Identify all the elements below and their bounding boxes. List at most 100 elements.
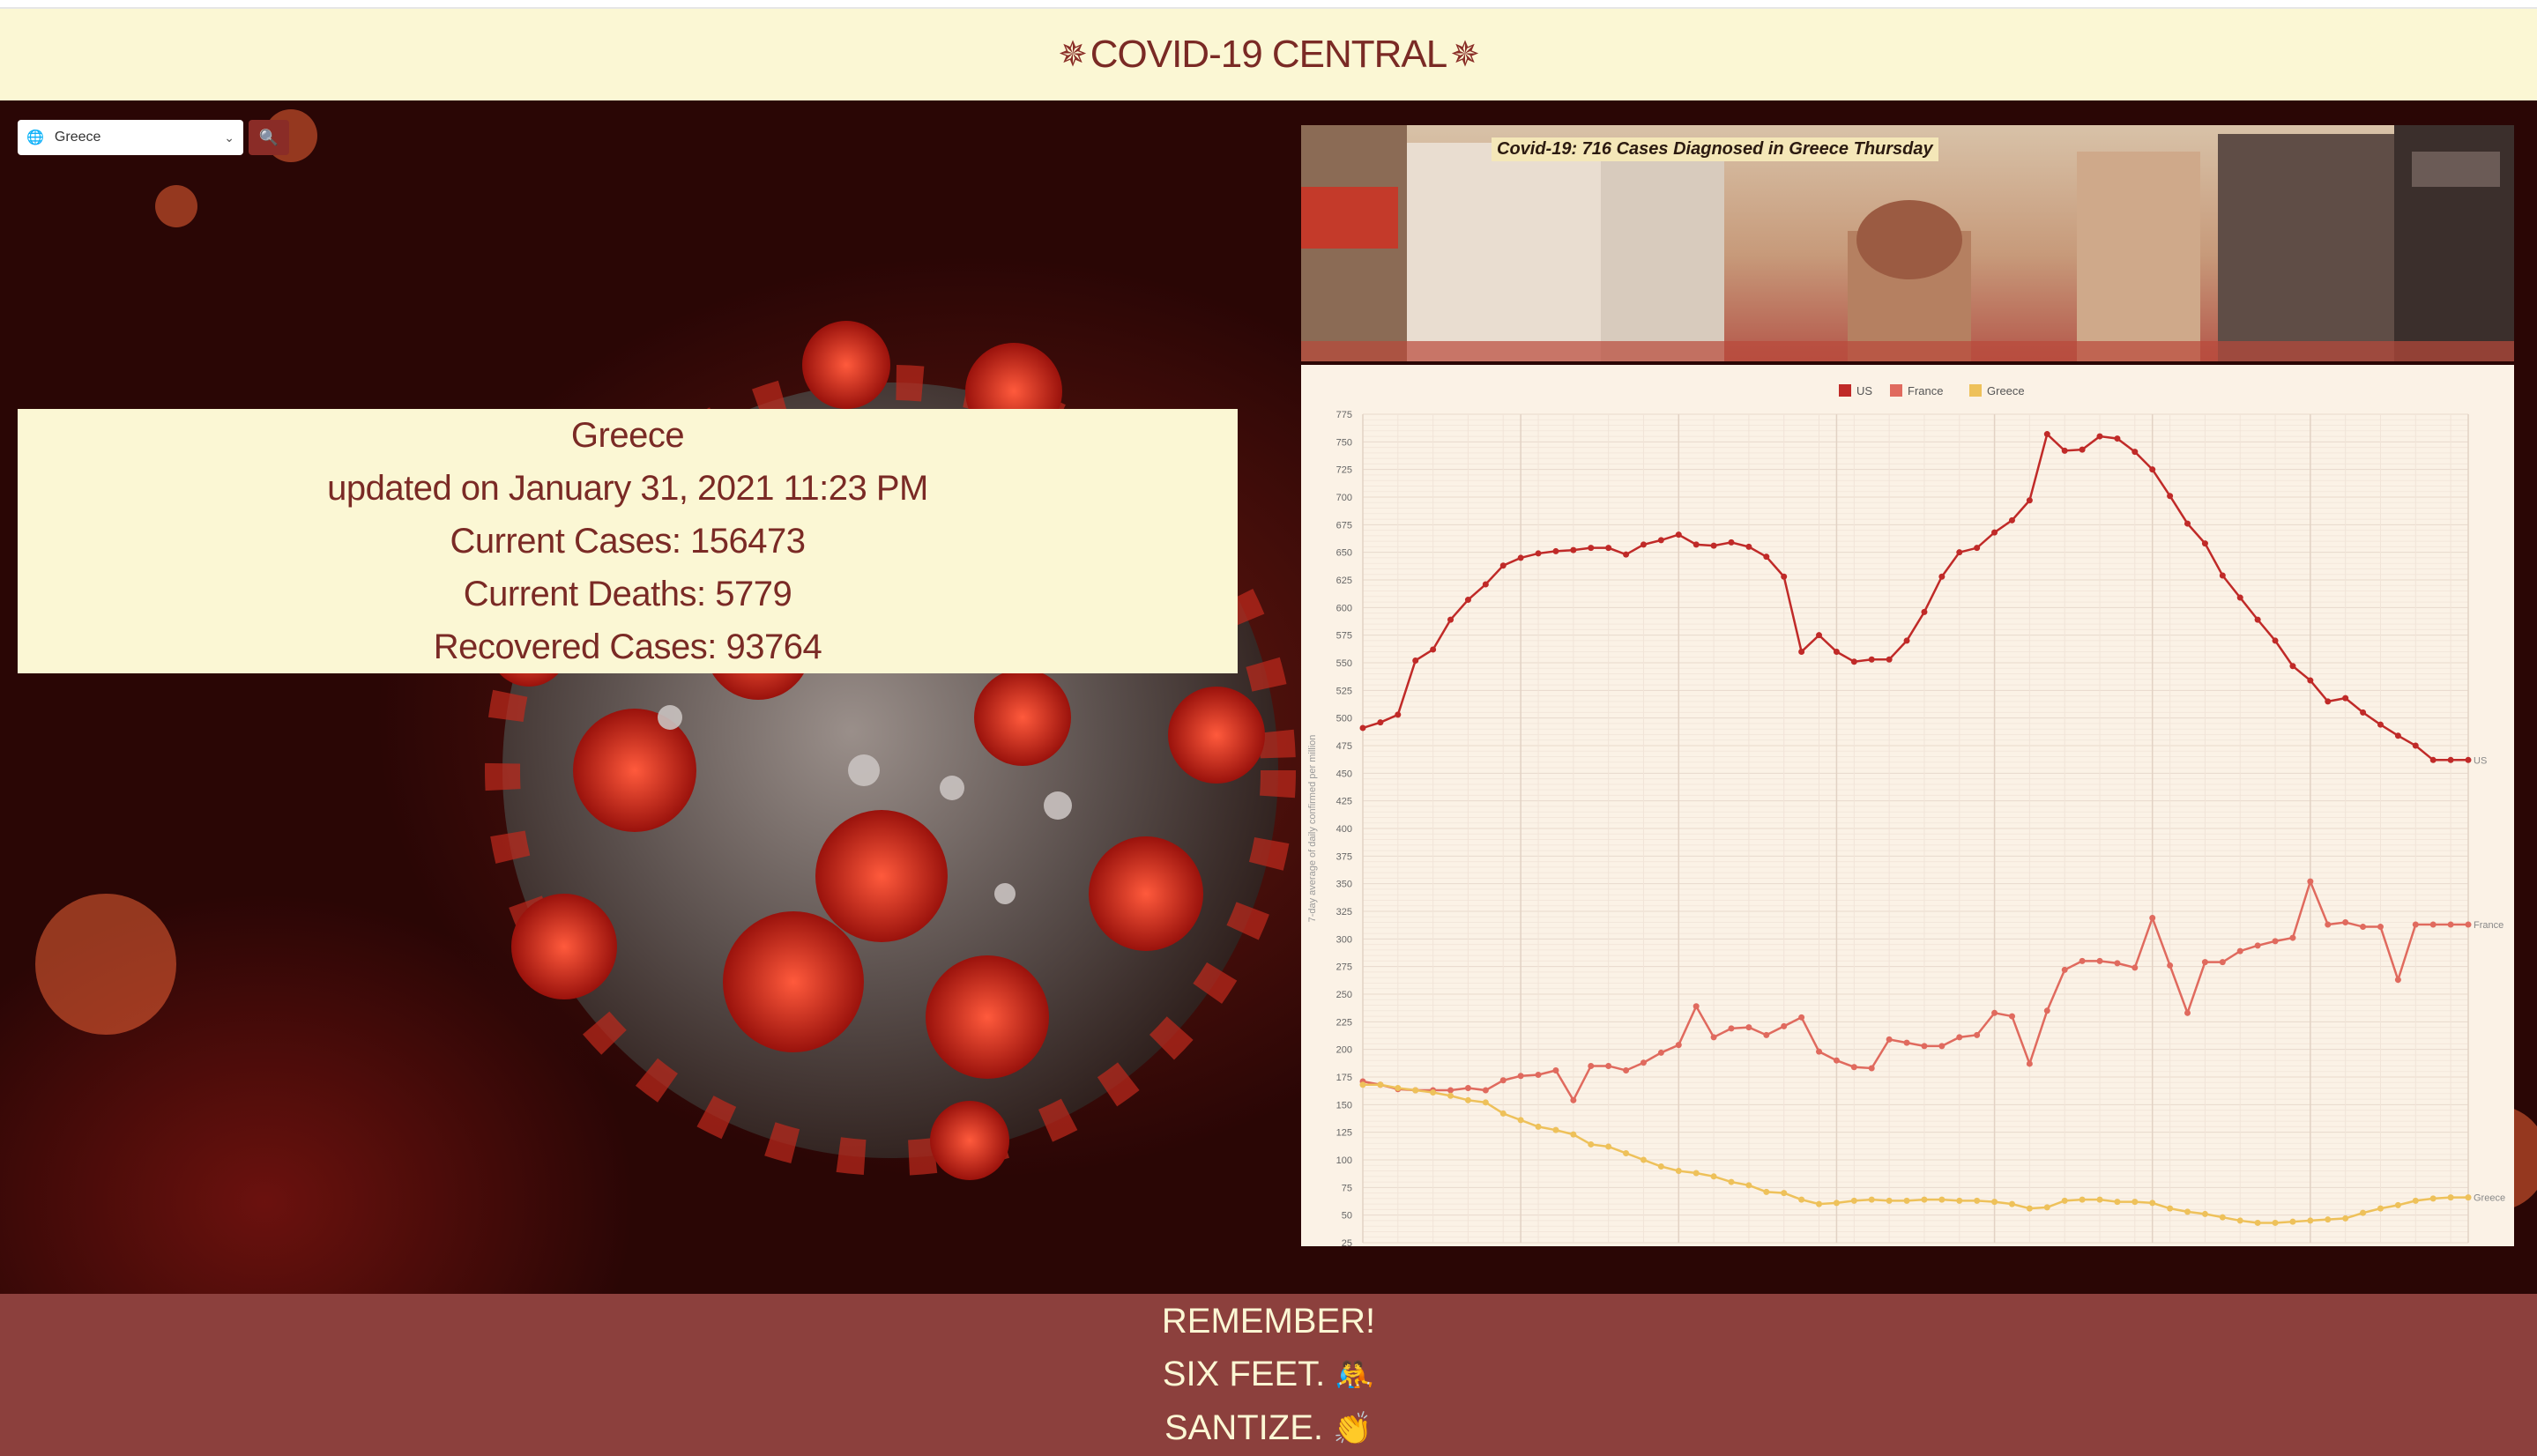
data-point-greece [1991, 1199, 1998, 1206]
data-point-france [1693, 1003, 1700, 1010]
y-tick-label: 650 [1336, 548, 1352, 559]
recovered-cases: Recovered Cases: 93764 [433, 628, 822, 666]
data-point-greece [1798, 1196, 1805, 1203]
y-tick-label: 250 [1336, 990, 1352, 1000]
data-point-greece [1781, 1190, 1788, 1197]
data-point-france [1850, 1064, 1857, 1071]
data-point-greece [2167, 1205, 2174, 1212]
data-point-greece [2360, 1209, 2367, 1216]
data-point-greece [1675, 1168, 1682, 1175]
data-point-france [2254, 942, 2261, 949]
data-point-greece [1377, 1081, 1384, 1088]
data-point-greece [1868, 1196, 1875, 1203]
data-point-france [2394, 977, 2401, 984]
y-tick-label: 200 [1336, 1045, 1352, 1056]
data-point-greece [2096, 1196, 2103, 1203]
data-point-us [1938, 573, 1946, 580]
data-point-us [1447, 616, 1454, 623]
series-end-label: Greece [2474, 1193, 2505, 1204]
data-point-greece [2219, 1214, 2226, 1221]
data-point-greece [2394, 1201, 2401, 1208]
data-point-france [1903, 1039, 1910, 1046]
data-point-us [1464, 597, 1471, 604]
data-point-us [1763, 553, 1770, 561]
data-point-us [1517, 554, 1524, 561]
data-point-us [1623, 551, 1630, 558]
data-point-greece [2342, 1215, 2349, 1222]
current-cases: Current Cases: 156473 [450, 522, 806, 561]
data-point-us [1816, 632, 1823, 639]
data-point-us [1605, 545, 1612, 552]
country-select[interactable]: 🌐 Greece ⌄ [18, 120, 243, 155]
y-tick-label: 775 [1336, 410, 1352, 420]
data-point-us [2008, 516, 2015, 524]
data-point-greece [2412, 1197, 2419, 1204]
y-tick-label: 325 [1336, 907, 1352, 917]
data-point-us [1798, 648, 1805, 655]
data-point-us [1675, 531, 1682, 539]
data-point-us [1781, 573, 1788, 580]
data-point-france [2167, 962, 2174, 969]
data-point-france [2377, 924, 2384, 931]
data-point-france [1833, 1057, 1840, 1064]
data-point-us [2184, 520, 2191, 527]
data-point-france [1623, 1066, 1630, 1073]
data-point-us [2061, 447, 2068, 454]
clapping-hands-icon: 👏 [1333, 1410, 1373, 1446]
data-point-greece [1745, 1182, 1752, 1189]
data-point-greece [2149, 1200, 2156, 1207]
data-point-greece [2377, 1205, 2384, 1212]
y-tick-label: 50 [1342, 1211, 1352, 1222]
country-name: Greece [570, 416, 685, 455]
data-point-us [1956, 549, 1963, 556]
y-tick-label: 600 [1336, 603, 1352, 613]
series-end-label: US [2474, 755, 2487, 766]
data-point-us [1903, 637, 1910, 644]
data-point-us [1991, 529, 1998, 536]
data-point-france [1816, 1048, 1823, 1055]
data-point-france [1991, 1009, 1998, 1016]
data-point-france [2201, 959, 2208, 966]
y-tick-label: 725 [1336, 465, 1352, 476]
y-tick-label: 625 [1336, 576, 1352, 586]
legend-swatch [1890, 384, 1902, 397]
data-point-france [1728, 1025, 1735, 1032]
y-tick-label: 300 [1336, 934, 1352, 945]
data-point-france [2342, 919, 2349, 926]
data-point-greece [1517, 1117, 1524, 1124]
data-point-us [1886, 656, 1893, 663]
data-point-us [2342, 695, 2349, 702]
data-point-us [2325, 698, 2332, 705]
data-point-greece [1710, 1173, 1717, 1180]
data-point-france [1798, 1014, 1805, 1021]
data-point-us [1552, 547, 1559, 554]
data-point-greece [2465, 1194, 2472, 1201]
data-point-greece [2289, 1218, 2296, 1225]
data-point-us [1535, 550, 1542, 557]
y-tick-label: 475 [1336, 741, 1352, 752]
data-point-france [2272, 938, 2279, 945]
data-point-france [1657, 1049, 1664, 1056]
news-banner[interactable]: Covid-19: 716 Cases Diagnosed in Greece … [1301, 125, 2514, 361]
series-line-france [1362, 878, 2468, 1103]
data-point-us [1395, 711, 1402, 718]
news-headline[interactable]: Covid-19: 716 Cases Diagnosed in Greece … [1492, 137, 1938, 161]
data-point-us [2201, 540, 2208, 547]
data-point-us [2394, 732, 2401, 739]
search-icon: 🔍 [258, 128, 279, 146]
data-point-us [1377, 719, 1384, 726]
data-point-us [1482, 581, 1489, 588]
data-point-greece [1640, 1156, 1647, 1163]
data-point-us [1570, 546, 1577, 553]
data-point-us [2219, 572, 2226, 579]
data-point-greece [1499, 1110, 1507, 1117]
y-tick-label: 225 [1336, 1017, 1352, 1028]
search-button[interactable]: 🔍 [249, 120, 289, 155]
y-tick-label: 400 [1336, 824, 1352, 835]
data-point-greece [1570, 1131, 1577, 1138]
data-point-greece [1359, 1081, 1366, 1088]
data-point-greece [1623, 1149, 1630, 1156]
data-point-greece [2447, 1194, 2454, 1201]
virus-icon: ✵ [1450, 35, 1480, 74]
data-point-greece [1552, 1126, 1559, 1133]
